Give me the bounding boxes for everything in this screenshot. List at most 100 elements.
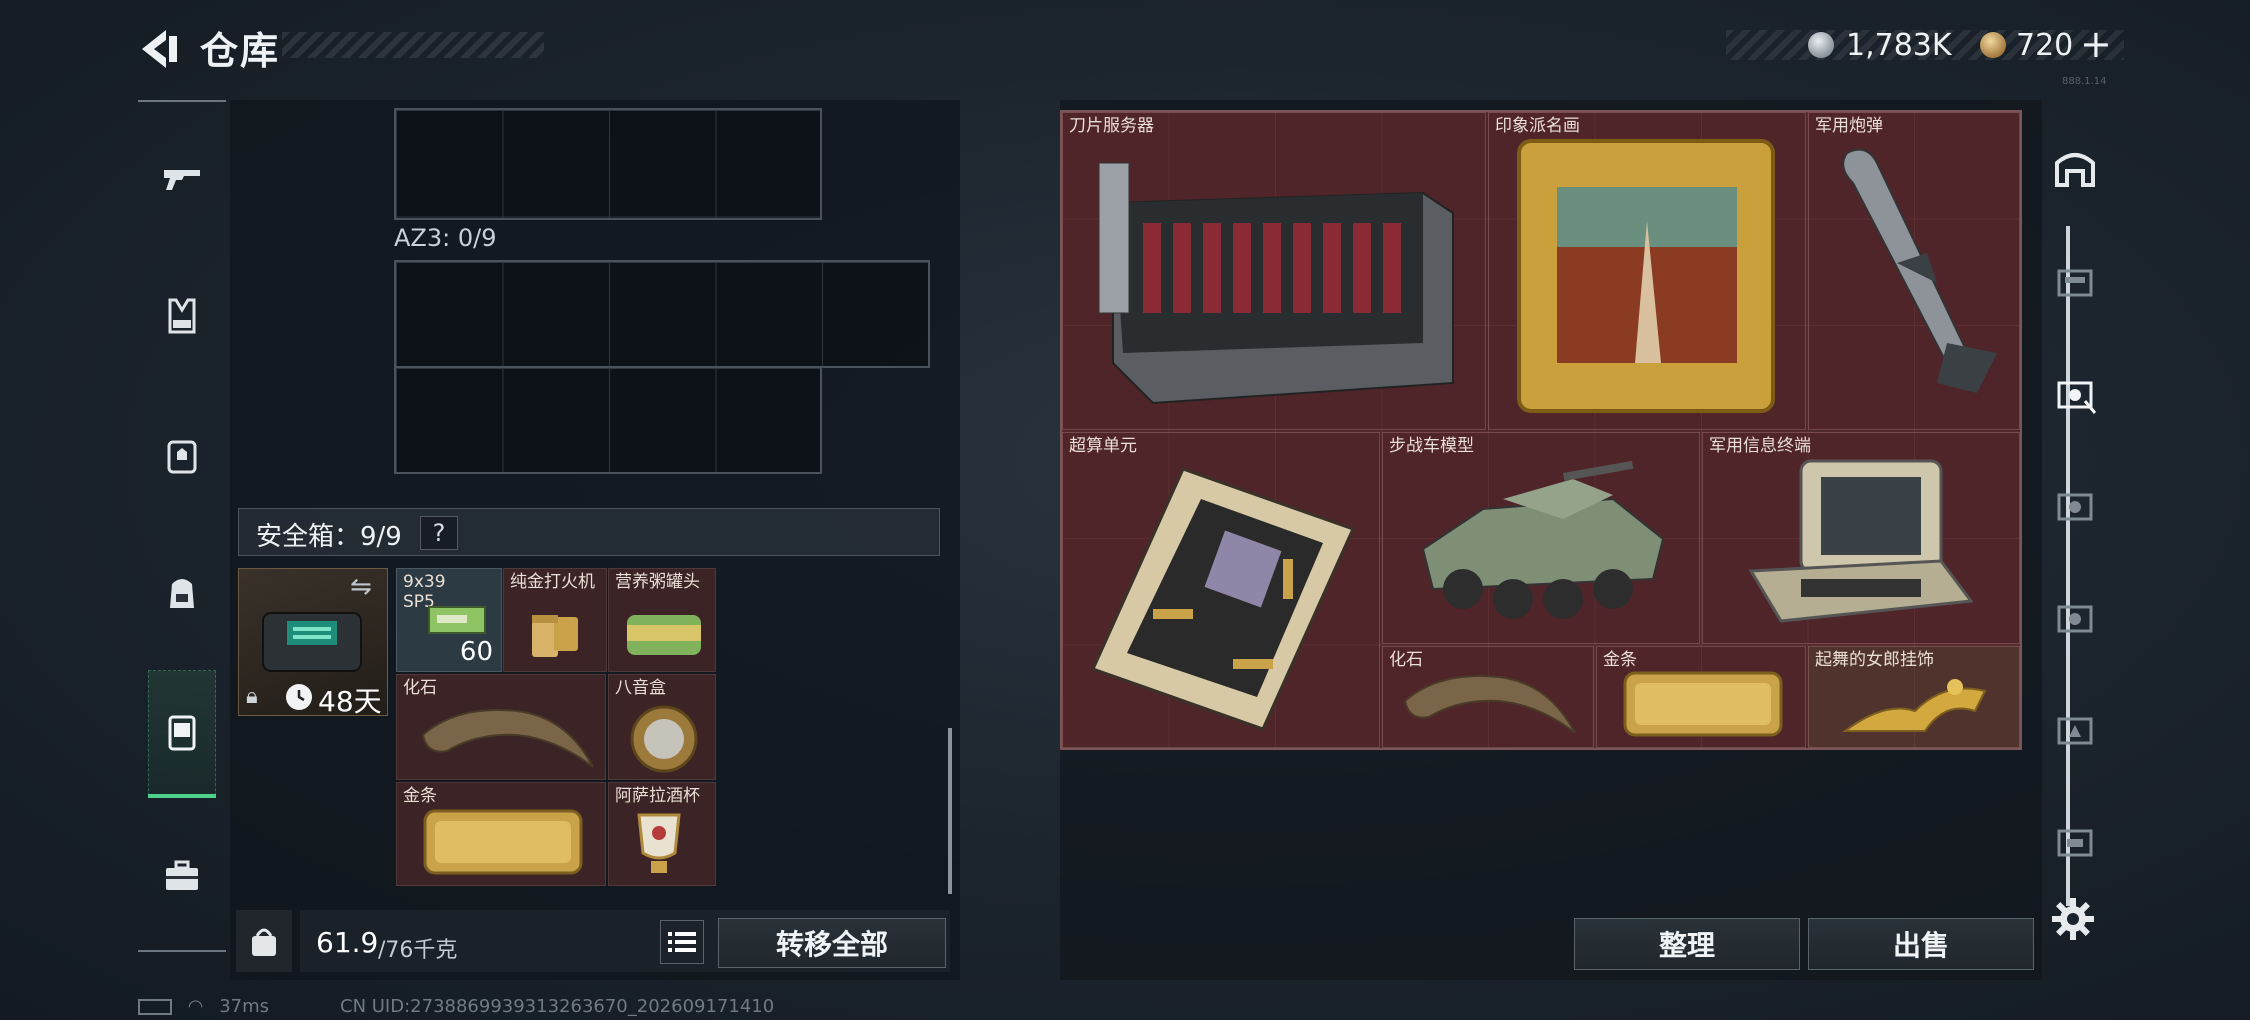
safebox-timer: 48天	[318, 685, 382, 718]
stash-page-3-tab[interactable]	[2040, 470, 2110, 540]
storage-case-icon	[2057, 717, 2093, 745]
gold-bar-item[interactable]: 金条	[396, 782, 606, 886]
nav-vest-tab[interactable]	[142, 276, 222, 356]
nav-backpack-tab[interactable]	[142, 552, 222, 632]
sell-button[interactable]: 出售	[1808, 918, 2034, 970]
armored-vehicle-icon	[1421, 460, 1665, 619]
item-label: 营养粥罐头	[615, 572, 700, 592]
list-icon	[668, 932, 696, 952]
storage-case-icon	[2057, 269, 2093, 297]
stash-page-2-tab[interactable]	[2040, 358, 2110, 428]
gear-icon[interactable]	[2050, 896, 2096, 942]
gun-icon	[164, 170, 200, 190]
az3-container-label: AZ3: 0/9	[394, 224, 497, 252]
ifv-model-item[interactable]: 步战车模型	[1382, 432, 1700, 644]
impressionist-painting-item[interactable]: 印象派名画	[1488, 112, 1806, 430]
nav-gun-tab[interactable]	[142, 138, 222, 218]
gold-currency-value: 720	[2016, 28, 2074, 63]
nav-divider-bottom	[138, 950, 226, 952]
gold-lighter-item[interactable]: 纯金打火机	[503, 568, 607, 672]
gold-bar-icon	[1623, 671, 1783, 737]
military-terminal-item[interactable]: 军用信息终端	[1702, 432, 2020, 644]
circuit-board-icon	[1090, 467, 1356, 731]
fossil-item[interactable]: 化石	[396, 674, 606, 780]
az3-grid-row-2[interactable]	[394, 366, 822, 474]
lock-icon: 🔒︎	[246, 684, 258, 709]
field-terminal-icon	[1748, 459, 1974, 623]
can-icon	[627, 615, 701, 655]
ammo-box-icon	[428, 606, 486, 634]
nav-safebox-tab[interactable]	[148, 670, 216, 796]
nav-briefcase-tab[interactable]	[142, 836, 222, 916]
right-nav-rail	[2066, 226, 2070, 906]
briefcase-icon	[166, 860, 198, 890]
title-stripe-decoration	[282, 32, 544, 58]
safebox-icon	[168, 715, 196, 751]
item-label: 纯金打火机	[510, 572, 595, 592]
safebox-capacity-label: 安全箱：9/9	[256, 522, 402, 552]
silver-coin-icon	[1808, 32, 1834, 58]
dancing-lady-pendant-item[interactable]: 起舞的女郎挂饰	[1808, 646, 2020, 748]
stash-page-5-tab[interactable]	[2040, 694, 2110, 764]
fossil-claw-icon	[1403, 675, 1576, 734]
storage-case-icon	[2057, 493, 2093, 521]
nutrition-can-item[interactable]: 营养粥罐头	[608, 568, 716, 672]
silver-currency-value: 1,783K	[1846, 28, 1952, 63]
item-label: 八音盒	[615, 678, 666, 698]
storage-case-active-icon	[2057, 381, 2097, 414]
missile-icon	[1842, 148, 1997, 393]
goblet-icon	[637, 813, 681, 873]
item-label: 刀片服务器	[1069, 116, 1154, 136]
ammo-9x39-item[interactable]: 9x39 SP5 60	[396, 568, 502, 672]
blade-server-icon	[1098, 162, 1454, 405]
status-bar: ◠ 37ms	[138, 996, 269, 1017]
weight-value: 61.9	[316, 926, 379, 959]
gold-bar-icon	[423, 809, 583, 875]
pendant-icon	[1841, 679, 1987, 732]
az3-grid-row-1[interactable]	[394, 260, 930, 368]
stash-home-tab[interactable]	[2040, 134, 2110, 204]
painting-icon	[1517, 139, 1775, 413]
scrollbar[interactable]	[948, 728, 952, 894]
sort-button[interactable]: 整理	[1574, 918, 1800, 970]
fossil-claw-icon	[421, 709, 594, 768]
ping-value: 37ms	[219, 996, 270, 1017]
fossil-stash-item[interactable]: 化石	[1382, 646, 1594, 748]
music-box-item[interactable]: 八音盒	[608, 674, 716, 780]
stash-page-1-tab[interactable]	[2040, 246, 2110, 316]
item-label: 起舞的女郎挂饰	[1815, 650, 1934, 670]
nav-divider-top	[138, 100, 226, 102]
weight-lock-button[interactable]	[236, 910, 292, 972]
back-arrow-icon[interactable]	[136, 26, 182, 72]
military-shell-item[interactable]: 军用炮弹	[1808, 112, 2020, 430]
blade-server-item[interactable]: 刀片服务器	[1062, 112, 1486, 430]
nav-chest-rig-tab[interactable]	[142, 416, 222, 496]
backpack-icon	[170, 579, 194, 608]
item-count: 60	[459, 637, 493, 667]
version-text: 888.1.14	[2062, 76, 2107, 87]
weight-max: /76千克	[378, 938, 458, 963]
item-label: 超算单元	[1069, 436, 1137, 456]
battery-icon	[138, 999, 172, 1015]
item-label: 阿萨拉酒杯	[615, 786, 700, 806]
transfer-all-button[interactable]: 转移全部	[718, 918, 946, 968]
item-label: 步战车模型	[1389, 436, 1474, 456]
stash-page-4-tab[interactable]	[2040, 582, 2110, 652]
container-grid-upper[interactable]	[394, 108, 822, 220]
chest-rig-icon	[167, 440, 197, 474]
asala-cup-item[interactable]: 阿萨拉酒杯	[608, 782, 716, 886]
stash-home-icon	[2055, 153, 2095, 187]
swap-icon[interactable]: ⇋	[350, 572, 372, 602]
stash-page-6-tab[interactable]	[2040, 806, 2110, 876]
safebox-help-button[interactable]: ?	[420, 516, 458, 550]
list-view-button[interactable]	[660, 920, 704, 964]
add-currency-button[interactable]: +	[2080, 22, 2112, 66]
safebox-case-icon	[262, 612, 362, 672]
uid-text: CN UID:2738869939313263670_202609171410	[340, 996, 775, 1017]
storage-case-icon	[2057, 605, 2093, 633]
item-label: 军用炮弹	[1815, 116, 1883, 136]
supercomputer-unit-item[interactable]: 超算单元	[1062, 432, 1380, 748]
nav-active-indicator	[148, 794, 216, 798]
gold-bar-stash-item[interactable]: 金条	[1596, 646, 1806, 748]
music-box-icon	[630, 705, 698, 773]
